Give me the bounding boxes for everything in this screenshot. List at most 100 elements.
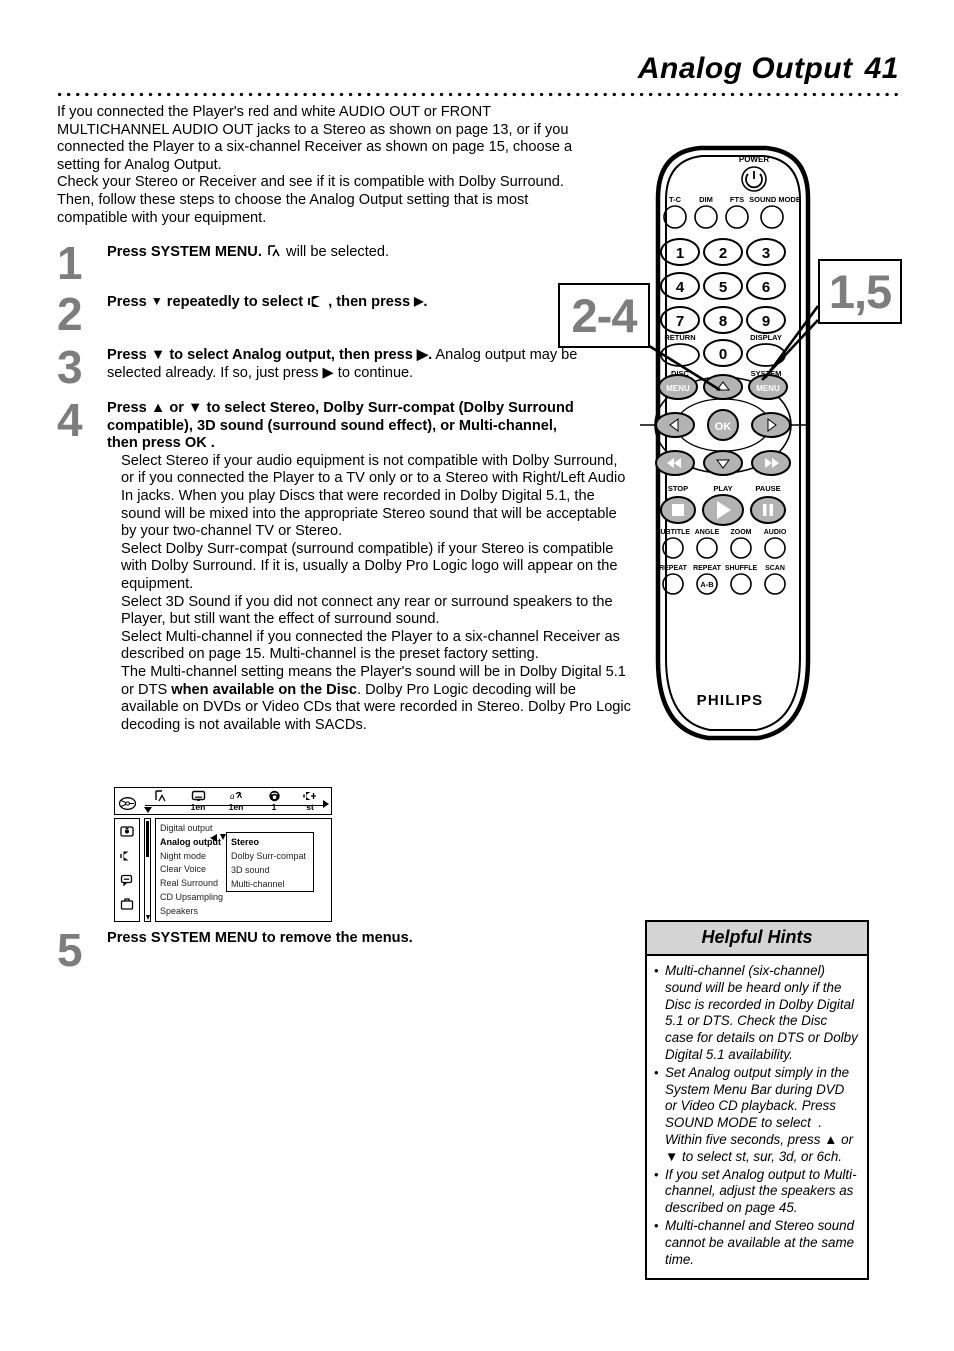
osd-submenu-item-selected[interactable]: Stereo bbox=[231, 835, 313, 849]
svg-text:3: 3 bbox=[762, 245, 770, 262]
intro-paragraph: If you connected the Player's red and wh… bbox=[57, 104, 632, 227]
step-4-last-paragraph: The Multi-channel setting means the Play… bbox=[121, 664, 632, 734]
svg-text:9: 9 bbox=[762, 313, 770, 330]
remote-label-scan: SCAN bbox=[765, 565, 785, 572]
step-4-bold-line: compatible), 3D sound (surround sound ef… bbox=[107, 417, 557, 434]
osd-submenu-item[interactable]: Dolby Surr-compat bbox=[231, 849, 313, 863]
step-4-text: Press ▲ or ▼ to select Stereo, Dolby Sur… bbox=[107, 400, 632, 734]
step-5: 5 Press SYSTEM MENU to remove the menus. bbox=[57, 927, 557, 973]
step-4-bold-line: Press ▲ or ▼ to select Stereo, Dolby Sur… bbox=[107, 400, 574, 416]
svg-text:5: 5 bbox=[719, 279, 727, 296]
hint-item: • If you set Analog output to Multi-chan… bbox=[654, 1167, 858, 1217]
step-4-paragraph: Select 3D Sound if you did not connect a… bbox=[121, 593, 613, 628]
hint-text: Set Analog output simply in the System M… bbox=[665, 1064, 854, 1164]
system-menu-label: MENU bbox=[756, 384, 780, 393]
remote-label-repeat-ab: REPEAT bbox=[693, 565, 722, 572]
hint-item: • Multi-channel and Stereo sound cannot … bbox=[654, 1218, 858, 1268]
step-4-paragraph: Select Dolby Surr-compat (surround compa… bbox=[121, 540, 618, 592]
step-4-bold-line: then press OK . bbox=[107, 435, 215, 452]
step-4: 4 Press ▲ or ▼ to select Stereo, Dolby S… bbox=[57, 397, 632, 734]
step-2-bold-b: repeatedly to select bbox=[166, 294, 304, 310]
header-dotted-rule bbox=[57, 92, 899, 97]
osd-submenu-item[interactable]: Multi-channel bbox=[231, 877, 313, 891]
remote-label-return: RETURN bbox=[664, 333, 695, 342]
step-5-text: Press SYSTEM MENU to remove the menus. bbox=[107, 930, 557, 948]
pause-button bbox=[750, 496, 786, 524]
step-4-paragraph: Select Multi-channel if you connected th… bbox=[121, 628, 620, 663]
playback-tilt-icon bbox=[266, 243, 282, 259]
menu-bar-down-arrow bbox=[144, 807, 152, 813]
language-icon[interactable] bbox=[120, 873, 134, 891]
hint-text: Multi-channel (six-channel) sound will b… bbox=[665, 963, 858, 1062]
sound-icon[interactable] bbox=[120, 849, 134, 867]
intro-line: Then, follow these steps to choose the A… bbox=[57, 191, 529, 208]
remote-label-play: PLAY bbox=[713, 484, 732, 493]
menu-bar-cell-sound-mode[interactable]: st bbox=[287, 789, 333, 812]
osd-body: Digital output Analog output Night mode … bbox=[114, 818, 332, 922]
remote-label-fts: FTS bbox=[730, 195, 744, 204]
step-2-bold-a: Press bbox=[107, 294, 147, 310]
step-2-number: 2 bbox=[57, 288, 83, 340]
svg-text:7: 7 bbox=[676, 313, 684, 330]
page-title: Analog Output 41 bbox=[638, 52, 899, 86]
osd-scrollbar[interactable] bbox=[144, 818, 151, 922]
svg-text:4: 4 bbox=[676, 279, 685, 296]
remote-brand-label: PHILIPS bbox=[697, 692, 764, 709]
step-1-rest: will be selected. bbox=[286, 244, 390, 260]
callout-steps-2-4: 2-4 bbox=[558, 283, 650, 348]
step-3-bold: Press ▼ to select Analog output, then pr… bbox=[107, 347, 433, 363]
remote-control-illustration: POWER T-C DIM FTS SOUND MODE 1 2 3 4 5 6… bbox=[638, 140, 828, 755]
intro-line: compatible with your equipment. bbox=[57, 209, 267, 226]
svg-text:6: 6 bbox=[762, 279, 770, 296]
page-number: 41 bbox=[864, 52, 899, 85]
remote-label-zoom: ZOOM bbox=[731, 529, 752, 536]
speaker-icon bbox=[307, 294, 324, 309]
step-1-bold: Press SYSTEM MENU. bbox=[107, 244, 262, 260]
intro-line: Check your Stereo or Receiver and see if… bbox=[57, 174, 564, 191]
intro-line: setting for Analog Output. bbox=[57, 156, 222, 173]
bullet-icon: • bbox=[654, 1064, 659, 1080]
step-4-paragraph: Select Stereo if your audio equipment is… bbox=[121, 452, 626, 540]
svg-text:1: 1 bbox=[676, 245, 684, 262]
bullet-icon: • bbox=[654, 1217, 659, 1233]
svg-text:8: 8 bbox=[719, 313, 727, 330]
last-para-bold: when available on the Disc bbox=[171, 681, 358, 698]
svg-text:a: a bbox=[230, 791, 235, 801]
scrollbar-down-arrow[interactable] bbox=[145, 915, 150, 920]
manual-page: Analog Output 41 If you connected the Pla… bbox=[0, 0, 954, 1351]
osd-submenu-item[interactable]: 3D sound bbox=[231, 863, 313, 877]
right-arrow-glyph: ▶ bbox=[414, 294, 424, 308]
step-3-rest-1: Analog output bbox=[435, 347, 526, 363]
remote-label-repeat: REPEAT bbox=[659, 565, 688, 572]
osd-screen-illustration: 1en a 1en 1 st Digital output Analog out… bbox=[114, 787, 332, 922]
osd-menu-bar: 1en a 1en 1 st bbox=[114, 787, 332, 815]
disc-icon bbox=[118, 797, 137, 815]
step-3-text: Press ▼ to select Analog output, then pr… bbox=[107, 347, 632, 382]
remote-label-angle: ANGLE bbox=[695, 529, 720, 536]
step-2-text: Press ▼ repeatedly to select , then pres… bbox=[107, 294, 428, 310]
picture-icon[interactable] bbox=[120, 825, 134, 843]
step-2-bold-c: , then press bbox=[328, 294, 411, 310]
bullet-icon: • bbox=[654, 1166, 659, 1182]
remote-power-label: POWER bbox=[739, 155, 769, 164]
hint-item: • Set Analog output simply in the System… bbox=[654, 1065, 858, 1166]
step-2: 2 Press ▼ repeatedly to select , then pr… bbox=[57, 291, 632, 337]
remote-label-audio: AUDIO bbox=[764, 529, 787, 536]
osd-submenu: Stereo Dolby Surr-compat 3D sound Multi-… bbox=[226, 832, 314, 892]
hint-text: If you set Analog output to Multi-channe… bbox=[665, 1166, 857, 1216]
features-icon[interactable] bbox=[120, 897, 134, 915]
scrollbar-thumb[interactable] bbox=[146, 821, 149, 857]
osd-menu-item[interactable]: CD Upsampling bbox=[160, 891, 331, 905]
intro-line: MULTICHANNEL AUDIO OUT jacks to a Stereo… bbox=[57, 121, 569, 138]
osd-menu-item[interactable]: Speakers bbox=[160, 905, 331, 919]
page-title-text: Analog Output bbox=[637, 52, 853, 85]
step-3: 3 Press ▼ to select Analog output, then … bbox=[57, 344, 632, 390]
down-arrow-glyph: ▼ bbox=[150, 294, 163, 308]
helpful-hints-body: • Multi-channel (six-channel) sound will… bbox=[647, 956, 867, 1278]
hint-item: • Multi-channel (six-channel) sound will… bbox=[654, 963, 858, 1064]
step-1-text: Press SYSTEM MENU. will be selected. bbox=[107, 243, 632, 262]
sound-mode-icon bbox=[287, 789, 333, 802]
step-1-number: 1 bbox=[57, 237, 83, 289]
remote-label-display: DISPLAY bbox=[750, 333, 782, 342]
ok-label: OK bbox=[715, 421, 732, 433]
